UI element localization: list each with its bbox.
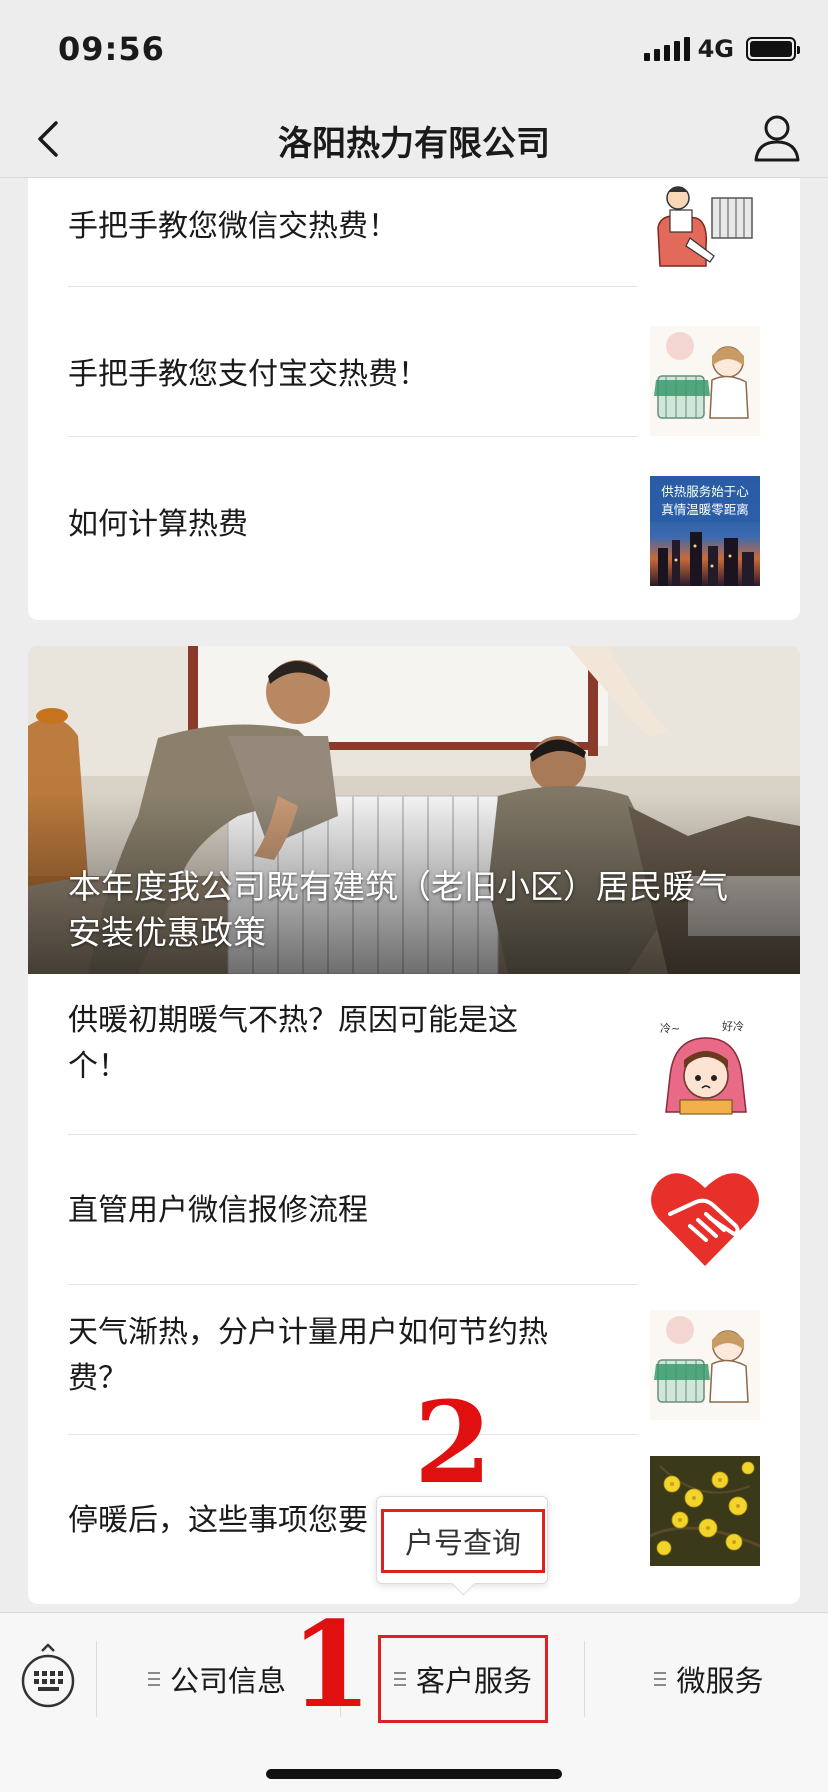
divider <box>68 436 638 437</box>
signal-icon <box>643 37 690 61</box>
annotation-step-1: 1 <box>290 1595 373 1734</box>
article-thumbnail: 供热服务始于心 真情温暖零距离 <box>650 476 760 586</box>
article-item[interactable]: 供暖初期暖气不热？原因可能是这个！ 冷~ 好冷 <box>28 974 800 1126</box>
article-item[interactable]: 直管用户微信报修流程 <box>28 1136 800 1286</box>
article-thumbnail <box>650 326 760 436</box>
keyboard-icon[interactable] <box>20 1643 76 1709</box>
thumb-text: 好冷 <box>722 1019 744 1033</box>
status-bar: 09:56 4G <box>0 0 828 100</box>
nav-bar: 洛阳热力有限公司 <box>0 100 828 178</box>
bottom-menu-bar: 公司信息 客户服务 微服务 <box>0 1612 828 1792</box>
annotation-step-2: 2 <box>414 1378 492 1509</box>
divider <box>68 1134 638 1135</box>
menu-separator <box>96 1641 97 1717</box>
divider <box>68 286 638 287</box>
menu-item-label: 公司信息 <box>169 1664 286 1698</box>
thumb-text: 供热服务始于心 <box>661 484 749 499</box>
thumb-text: 真情温暖零距离 <box>661 502 749 517</box>
status-time: 09:56 <box>58 30 165 68</box>
submenu-item-account-lookup[interactable]: 户号查询 <box>381 1509 545 1573</box>
article-title: 直管用户微信报修流程 <box>68 1193 368 1228</box>
menu-item-label: 客户服务 <box>415 1664 532 1698</box>
thumb-text: 冷~ <box>660 1022 680 1035</box>
article-title: 天气渐热，分户计量用户如何节约热费？ <box>68 1315 548 1396</box>
article-item[interactable]: 手把手教您支付宝交热费！ <box>28 288 800 438</box>
article-title: 手把手教您支付宝交热费！ <box>68 357 428 392</box>
divider <box>68 1284 638 1285</box>
menu-item-label: 微服务 <box>676 1664 764 1698</box>
page-title: 洛阳热力有限公司 <box>278 124 550 164</box>
article-item[interactable]: 如何计算热费 供热服务始于心 真情温暖零距离 <box>28 438 800 588</box>
battery-icon <box>746 37 800 61</box>
menu-item-micro-service[interactable]: 微服务 <box>590 1635 828 1723</box>
home-indicator[interactable] <box>266 1769 562 1779</box>
article-title: 供暖初期暖气不热？原因可能是这个！ <box>68 1003 518 1084</box>
menu-list-icon <box>393 1672 406 1686</box>
article-card-top: 手把手教您微信交热费！ 手把手教您支付宝交热费！ 如何计算热费 供热服务始于心 … <box>28 178 800 620</box>
article-thumbnail <box>650 1162 760 1272</box>
menu-list-icon <box>654 1672 667 1686</box>
menu-list-icon <box>147 1672 160 1686</box>
hero-title: 本年度我公司既有建筑（老旧小区）居民暖气安装优惠政策 <box>68 867 728 952</box>
article-title: 手把手教您微信交热费！ <box>68 209 398 244</box>
article-thumbnail: 冷~ 好冷 <box>650 1016 760 1126</box>
menu-separator <box>584 1641 585 1717</box>
submenu-popup: 户号查询 <box>376 1496 548 1584</box>
article-title: 如何计算热费 <box>68 507 248 542</box>
divider <box>68 1434 638 1435</box>
network-type: 4G <box>697 35 734 63</box>
hero-article[interactable]: 本年度我公司既有建筑（老旧小区）居民暖气安装优惠政策 <box>28 646 800 974</box>
user-icon[interactable] <box>752 110 802 166</box>
status-indicators: 4G <box>643 34 800 64</box>
article-thumbnail <box>650 1310 760 1420</box>
menu-item-customer-service[interactable]: 客户服务 <box>378 1635 548 1723</box>
article-thumbnail <box>650 178 760 288</box>
article-thumbnail <box>650 1456 760 1566</box>
